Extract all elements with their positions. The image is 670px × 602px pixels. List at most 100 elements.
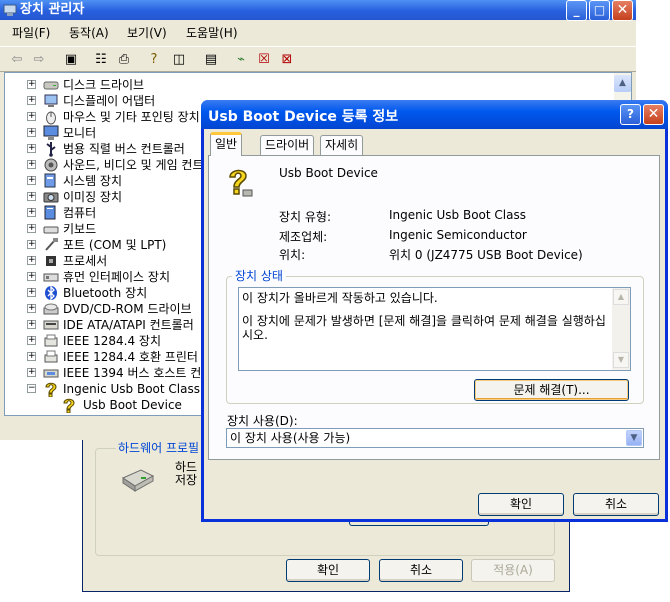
tab-details[interactable]: 자세히 — [320, 135, 364, 155]
tree-item-label: 범용 직렬 버스 컨트롤러 — [63, 142, 185, 156]
back-arrow-icon[interactable]: ⇦ — [8, 51, 26, 69]
console-tree-icon[interactable]: ▣ — [62, 51, 80, 69]
device-usage-label: 장치 사용(D): — [227, 414, 298, 428]
expand-icon[interactable]: + — [27, 144, 36, 153]
expand-icon[interactable]: + — [27, 160, 36, 169]
uninstall-device-icon[interactable]: ⊠ — [278, 51, 296, 69]
manufacturer-value: Ingenic Semiconductor — [389, 228, 527, 242]
show-hide-icon[interactable]: ◫ — [170, 51, 188, 69]
properties-icon[interactable]: ☷ — [92, 51, 110, 69]
scan-hardware-icon[interactable]: ▤ — [202, 51, 220, 69]
expand-icon[interactable]: + — [27, 304, 36, 313]
dialog-title: Usb Boot Device 등록 정보 — [208, 109, 399, 125]
menu-help[interactable]: 도움말(H) — [186, 22, 238, 44]
dialog-cancel-button[interactable]: 취소 — [573, 493, 659, 516]
tree-item-label: 디스플레이 어댑터 — [63, 94, 156, 108]
expand-icon[interactable]: + — [27, 96, 36, 105]
system-device-icon — [43, 173, 59, 189]
expand-icon[interactable]: + — [27, 112, 36, 121]
status-scroll-up[interactable]: ▲ — [613, 289, 629, 305]
expand-icon[interactable]: + — [27, 128, 36, 137]
dialog-close-button[interactable]: ✕ — [643, 104, 664, 125]
processor-icon — [43, 253, 59, 269]
tree-item-label: IEEE 1284.4 호환 프린터 — [63, 350, 198, 364]
device-usage-select[interactable]: 이 장치 사용(사용 가능) ▼ — [226, 428, 644, 448]
maximize-icon: □ — [593, 3, 606, 17]
hardware-profile-legend: 하드웨어 프로필 — [116, 439, 202, 456]
device-manager-app-icon — [3, 3, 17, 24]
hardware-profile-text-2: 저장 — [175, 473, 198, 487]
expand-icon[interactable]: + — [27, 208, 36, 217]
device-status-textbox[interactable]: 이 장치가 올바르게 작동하고 있습니다. 이 장치에 문제가 발생하면 [문제… — [238, 287, 631, 371]
expand-icon[interactable]: + — [27, 224, 36, 233]
dialog-ok-button[interactable]: 확인 — [478, 493, 564, 516]
device-status-legend: 장치 상태 — [232, 267, 286, 284]
computer-icon — [43, 205, 59, 221]
scroll-up-button[interactable]: ▲ — [614, 75, 631, 92]
manufacturer-label: 제조업체: — [279, 230, 328, 244]
expand-icon[interactable]: + — [27, 240, 36, 249]
tab-driver[interactable]: 드라이버 — [260, 135, 315, 155]
expand-icon[interactable]: + — [27, 368, 36, 377]
menu-action[interactable]: 동작(A) — [69, 22, 109, 44]
close-icon: ✕ — [647, 106, 660, 122]
menu-file[interactable]: 파일(F) — [12, 22, 50, 44]
tree-item-label: Usb Boot Device — [83, 398, 182, 412]
tree-item-label: 프로세서 — [63, 254, 108, 268]
update-driver-icon[interactable]: ⌁ — [232, 51, 250, 69]
tree-item-label: IDE ATA/ATAPI 컨트롤러 — [63, 318, 194, 332]
close-icon: ✕ — [616, 2, 629, 18]
menu-view[interactable]: 보기(V) — [127, 22, 167, 44]
background-ok-button[interactable]: 확인 — [286, 559, 370, 582]
background-apply-button[interactable]: 적용(A) — [471, 559, 555, 582]
expand-icon[interactable]: + — [27, 256, 36, 265]
toolbar: ⇦ ⇨ ▣ ☷ ⎙ ? ◫ ▤ ⌁ ☒ ⊠ — [0, 46, 636, 72]
display-adapter-icon — [43, 93, 59, 109]
device-manager-title: 장치 관리자 — [20, 2, 85, 17]
chevron-down-icon[interactable]: ▼ — [626, 430, 642, 446]
collapse-icon[interactable]: − — [27, 384, 36, 393]
minimize-icon: _ — [573, 3, 580, 17]
tree-item-label: 모니터 — [63, 126, 97, 140]
troubleshoot-button[interactable]: 문제 해결(T)... — [474, 379, 629, 401]
menu-bar: 파일(F) 동작(A) 보기(V) 도움말(H) — [0, 22, 636, 44]
device-name: Usb Boot Device — [279, 166, 378, 180]
tree-item-label: 키보드 — [63, 222, 97, 236]
maximize-button[interactable]: □ — [589, 0, 610, 21]
printer-icon — [43, 349, 59, 365]
usb-icon — [43, 141, 59, 157]
tree-row[interactable]: + 디스크 드라이브 — [5, 77, 605, 93]
expand-icon[interactable]: + — [27, 80, 36, 89]
cdrom-icon — [43, 301, 59, 317]
dialog-titlebar[interactable]: Usb Boot Device 등록 정보 ? ✕ — [201, 100, 668, 129]
device-manager-close-button[interactable]: ✕ — [612, 0, 633, 21]
expand-icon[interactable]: + — [27, 336, 36, 345]
status-text-line2: 이 장치에 문제가 발생하면 [문제 해결]을 클릭하여 문제 해결을 실행하십… — [242, 314, 606, 342]
location-value: 위치 0 (JZ4775 USB Boot Device) — [389, 248, 583, 262]
expand-icon[interactable]: + — [27, 320, 36, 329]
location-label: 위치: — [279, 248, 306, 262]
unknown-device-large-icon — [224, 166, 254, 201]
expand-icon[interactable]: + — [27, 272, 36, 281]
imaging-device-icon — [43, 189, 59, 205]
tree-item-label: 시스템 장치 — [63, 174, 123, 188]
minimize-button[interactable]: _ — [566, 0, 587, 21]
status-scroll-down[interactable]: ▼ — [613, 352, 629, 368]
print-icon[interactable]: ⎙ — [115, 51, 133, 69]
background-cancel-button[interactable]: 취소 — [379, 559, 463, 582]
tab-general[interactable]: 일반 — [210, 132, 243, 156]
expand-icon[interactable]: + — [27, 352, 36, 361]
dialog-help-button[interactable]: ? — [620, 104, 641, 125]
status-scrollbar[interactable]: ▲ ▼ — [612, 288, 630, 370]
expand-icon[interactable]: + — [27, 288, 36, 297]
disable-device-icon[interactable]: ☒ — [255, 51, 273, 69]
device-manager-titlebar[interactable]: 장치 관리자 _ □ ✕ — [0, 0, 636, 21]
help-icon[interactable]: ? — [145, 51, 163, 69]
tree-item-label: 마우스 및 기타 포인팅 장치 — [63, 110, 200, 124]
device-type-label: 장치 유형: — [279, 210, 332, 224]
forward-arrow-icon[interactable]: ⇨ — [30, 51, 48, 69]
disk-drive-icon — [43, 77, 59, 93]
expand-icon[interactable]: + — [27, 192, 36, 201]
expand-icon[interactable]: + — [27, 176, 36, 185]
question-icon: ? — [627, 107, 634, 121]
